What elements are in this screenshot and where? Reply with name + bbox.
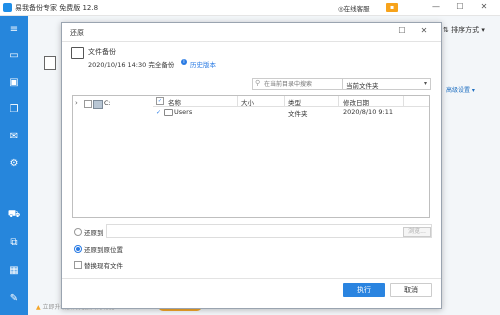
backup-date: 2020/10/16 14:30 完全备份 (88, 61, 175, 69)
row-checkbox[interactable]: ✓ (156, 109, 161, 116)
column-divider (237, 96, 238, 106)
dialog-title: 还原 (70, 29, 84, 37)
smart-backup-icon[interactable]: ⚙ (6, 157, 22, 171)
disk-backup-icon[interactable]: ▭ (6, 49, 22, 63)
restore-path-input[interactable]: 浏览... (106, 224, 432, 238)
minimize-button[interactable]: — (430, 2, 442, 11)
filter-select[interactable]: 当前文件夹 ▾ (342, 78, 431, 90)
list-header: ✓ 名称 大小 类型 修改日期 (153, 96, 429, 107)
search-box[interactable]: ⚲ (252, 78, 343, 90)
search-input[interactable] (264, 79, 340, 89)
shop-icon[interactable]: ⛟ (6, 208, 22, 222)
advanced-settings-link[interactable]: 高级设置 ▾ (446, 85, 475, 94)
cell-name: Users (174, 108, 193, 116)
column-divider (403, 96, 404, 106)
app-logo-icon (3, 3, 12, 12)
maximize-button[interactable]: ☐ (454, 2, 466, 11)
column-divider (284, 96, 285, 106)
replace-existing-checkbox[interactable] (74, 261, 82, 269)
restore-dialog: 还原 ☐ ✕ 文件备份 2020/10/16 14:30 完全备份 i 历史版本… (61, 22, 442, 309)
column-header-modified[interactable]: 修改日期 (343, 97, 369, 107)
column-divider (338, 96, 339, 106)
cart-icon[interactable]: ▪ (386, 3, 398, 12)
menu-icon[interactable]: ≡ (6, 23, 22, 37)
sort-icon: ⇅ (443, 26, 452, 34)
mail-backup-icon[interactable]: ✉ (6, 130, 22, 144)
system-backup-icon[interactable]: ▣ (6, 76, 22, 90)
run-button[interactable]: 执行 (343, 283, 385, 297)
app-title: 易我备份专家 免费版 12.8 (15, 4, 99, 12)
sidebar: ≡ ▭ ▣ ❐ ✉ ⚙ ⛟ ⧉ ▦ ✎ (0, 16, 28, 315)
restore-to-radio[interactable] (74, 228, 82, 236)
column-header-name[interactable]: 名称 (168, 97, 181, 107)
online-support-link[interactable]: ◎在线客服 (338, 3, 370, 13)
cell-type: 文件夹 (288, 110, 308, 118)
browse-button[interactable]: 浏览... (403, 227, 431, 237)
filter-value: 当前文件夹 (346, 82, 379, 90)
sort-button[interactable]: ⇅ 排序方式 ▾ (443, 25, 485, 35)
dialog-close-button[interactable]: ✕ (418, 26, 430, 35)
folder-icon (164, 109, 173, 116)
divider (62, 278, 441, 279)
apps-icon[interactable]: ▦ (6, 264, 22, 278)
document-icon (44, 56, 56, 70)
table-row[interactable]: ✓ Users 文件夹 2020/8/10 9:11 (153, 108, 429, 118)
chevron-down-icon: ▾ (423, 80, 427, 87)
search-icon: ⚲ (255, 79, 261, 87)
tree-checkbox[interactable] (84, 100, 92, 108)
cell-modified: 2020/8/10 9:11 (343, 108, 393, 116)
radio-selected-dot (76, 247, 80, 251)
cancel-button[interactable]: 取消 (390, 283, 432, 297)
history-icon: i (181, 59, 187, 65)
drive-icon (93, 100, 103, 109)
backup-name: 文件备份 (88, 48, 116, 56)
clone-icon[interactable]: ⧉ (6, 236, 22, 250)
dialog-maximize-button[interactable]: ☐ (396, 26, 408, 35)
replace-existing-label: 替换现有文件 (84, 262, 123, 270)
tree-item-label: C: (104, 99, 111, 107)
app-titlebar: 易我备份专家 免费版 12.8 ◎在线客服 ▪ — ☐ ✕ (0, 0, 500, 16)
select-all-checkbox[interactable]: ✓ (156, 97, 164, 105)
file-backup-icon (71, 47, 84, 59)
tools-icon[interactable]: ✎ (6, 292, 22, 306)
file-backup-icon[interactable]: ❐ (6, 103, 22, 117)
restore-original-label: 还原到原位置 (84, 246, 123, 254)
column-header-size[interactable]: 大小 (241, 97, 254, 107)
chevron-right-icon[interactable]: › (75, 99, 78, 107)
divider (62, 41, 441, 42)
column-header-type[interactable]: 类型 (288, 97, 301, 107)
close-button[interactable]: ✕ (478, 2, 490, 11)
file-list: ✓ 名称 大小 类型 修改日期 ✓ Users 文件夹 2020/8/10 9:… (153, 95, 430, 218)
history-version-link[interactable]: 历史版本 (190, 59, 216, 69)
folder-tree: › C: (72, 95, 155, 218)
chevron-down-icon: ▾ (479, 26, 485, 34)
tree-item-c-drive[interactable]: › C: (73, 99, 154, 109)
restore-to-label: 还原到 (84, 229, 104, 237)
